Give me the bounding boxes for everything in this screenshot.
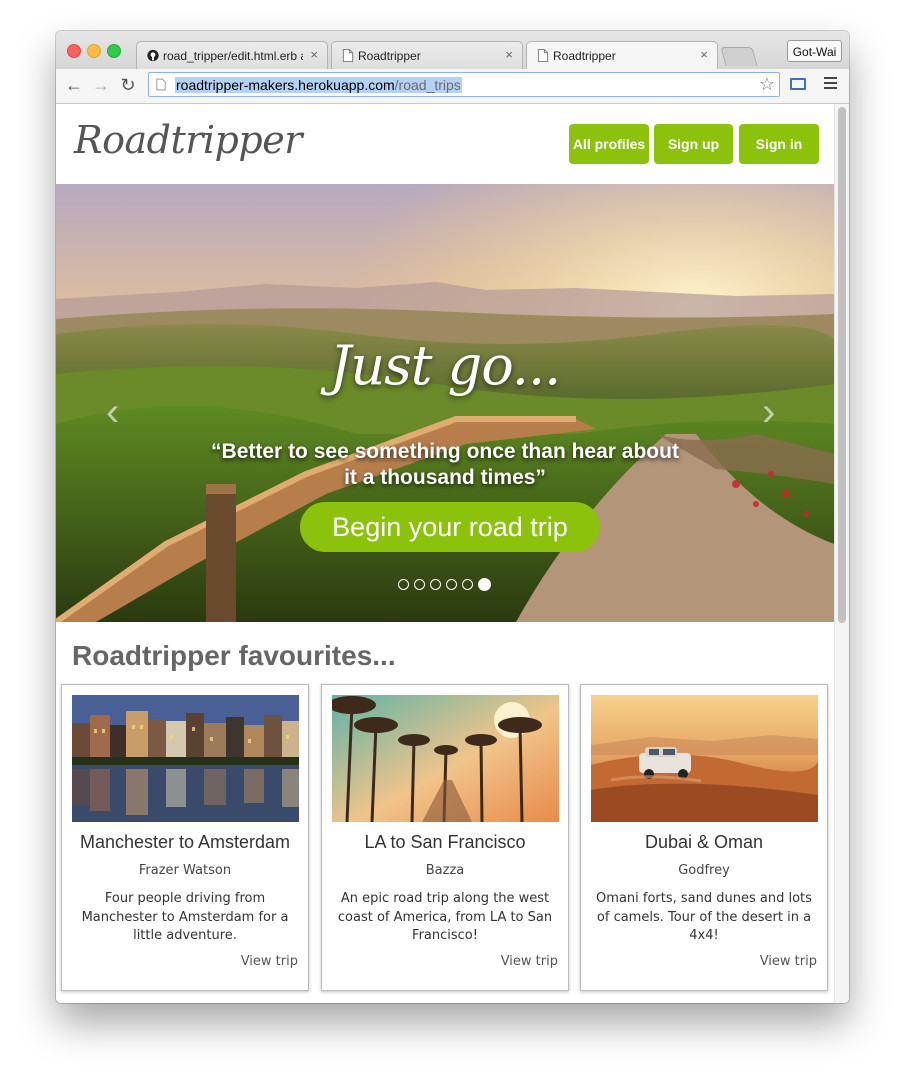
- url-host: roadtripper-makers.herokuapp.com: [176, 77, 395, 93]
- view-trip-link[interactable]: View trip: [241, 954, 298, 969]
- carousel-indicator[interactable]: [398, 579, 409, 591]
- tab-label: Roadtripper: [553, 49, 616, 63]
- bookmark-star-icon[interactable]: ☆: [759, 74, 775, 95]
- menu-icon[interactable]: [824, 77, 837, 91]
- trip-card[interactable]: Dubai & Oman Godfrey Omani forts, sand d…: [580, 684, 828, 991]
- tab-roadtripper-1[interactable]: Roadtripper ×: [331, 41, 523, 69]
- browser-toolbar: ← → ↻ roadtripper-makers.herokuapp.com/r…: [56, 69, 849, 104]
- profile-button[interactable]: Got-Wai: [787, 40, 842, 62]
- site-header: Roadtripper All profiles Sign up Sign in: [56, 104, 834, 184]
- carousel-indicator[interactable]: [430, 579, 441, 591]
- carousel-indicator[interactable]: [462, 579, 473, 591]
- trip-title: Dubai & Oman: [644, 832, 764, 852]
- trip-author: Bazza: [425, 863, 465, 878]
- trip-image-amsterdam: [72, 695, 299, 822]
- forward-arrow-icon[interactable]: →: [91, 75, 111, 95]
- close-tab-icon[interactable]: ×: [310, 47, 318, 62]
- carousel-indicator[interactable]: [446, 579, 457, 591]
- trip-card[interactable]: LA to San Francisco Bazza An epic road t…: [321, 684, 569, 991]
- begin-road-trip-button[interactable]: Begin your road trip: [300, 502, 600, 552]
- view-trip-link[interactable]: View trip: [760, 954, 817, 969]
- site-logo[interactable]: Roadtripper: [74, 118, 302, 162]
- sign-in-button[interactable]: Sign in: [739, 124, 819, 164]
- tab-github-edit[interactable]: road_tripper/edit.html.erb a ×: [136, 41, 328, 69]
- tab-roadtripper-active[interactable]: Roadtripper ×: [526, 41, 718, 69]
- trip-description: Omani forts, sand dunes and lots of came…: [596, 891, 812, 943]
- page-viewport: Roadtripper All profiles Sign up Sign in: [56, 104, 849, 1003]
- view-trip-link[interactable]: View trip: [501, 954, 558, 969]
- new-tab-button[interactable]: [720, 47, 758, 66]
- hero-quote: “Better to see something once than hear …: [211, 440, 679, 489]
- carousel-next-arrow-icon[interactable]: ›: [762, 392, 775, 432]
- trip-title: Manchester to Amsterdam: [79, 832, 291, 852]
- page-icon: [156, 78, 166, 91]
- scrollbar-thumb[interactable]: [838, 107, 846, 623]
- github-icon: [147, 49, 159, 62]
- trip-image-la: [332, 695, 559, 822]
- browser-window: road_tripper/edit.html.erb a × Roadtripp…: [56, 31, 849, 1003]
- tab-strip: road_tripper/edit.html.erb a × Roadtripp…: [56, 31, 849, 69]
- sign-up-button[interactable]: Sign up: [654, 124, 733, 164]
- carousel-prev-arrow-icon[interactable]: ‹: [106, 392, 119, 432]
- tab-label: Roadtripper: [358, 49, 421, 63]
- back-arrow-icon[interactable]: ←: [64, 75, 84, 95]
- hero-landscape-image: [56, 184, 834, 622]
- trip-description: Four people driving from Manchester to A…: [81, 891, 289, 943]
- hero-carousel: ‹ › Just go... “Better to see something …: [56, 184, 834, 622]
- page-scrollbar[interactable]: [834, 104, 849, 1003]
- minimize-window-button[interactable]: [87, 44, 101, 58]
- carousel-indicator[interactable]: [414, 579, 425, 591]
- trip-image-dubai: [591, 695, 818, 822]
- carousel-indicators: [398, 576, 496, 594]
- trip-author: Godfrey: [678, 863, 730, 878]
- reload-icon[interactable]: ↻: [118, 75, 138, 95]
- address-bar[interactable]: roadtripper-makers.herokuapp.com/road_tr…: [148, 72, 780, 97]
- favourites-title: Roadtripper favourites...: [72, 640, 396, 671]
- trip-title: LA to San Francisco: [364, 832, 526, 852]
- trip-card[interactable]: Manchester to Amsterdam Frazer Watson Fo…: [61, 684, 309, 991]
- cast-icon[interactable]: [790, 78, 806, 90]
- close-window-button[interactable]: [67, 44, 81, 58]
- carousel-indicator-active[interactable]: [478, 578, 491, 592]
- page-icon: [537, 49, 549, 62]
- trip-description: An epic road trip along the west coast o…: [337, 891, 553, 943]
- hero-title: Just go...: [329, 334, 562, 397]
- page-icon: [342, 49, 354, 62]
- url-path: /road_trips: [394, 77, 461, 93]
- url-text[interactable]: roadtripper-makers.herokuapp.com/road_tr…: [175, 77, 462, 93]
- all-profiles-button[interactable]: All profiles: [569, 124, 649, 164]
- close-tab-icon[interactable]: ×: [505, 47, 513, 62]
- zoom-window-button[interactable]: [107, 44, 121, 58]
- tab-label: road_tripper/edit.html.erb a: [163, 49, 303, 63]
- close-tab-icon[interactable]: ×: [700, 47, 708, 62]
- trip-author: Frazer Watson: [138, 863, 232, 878]
